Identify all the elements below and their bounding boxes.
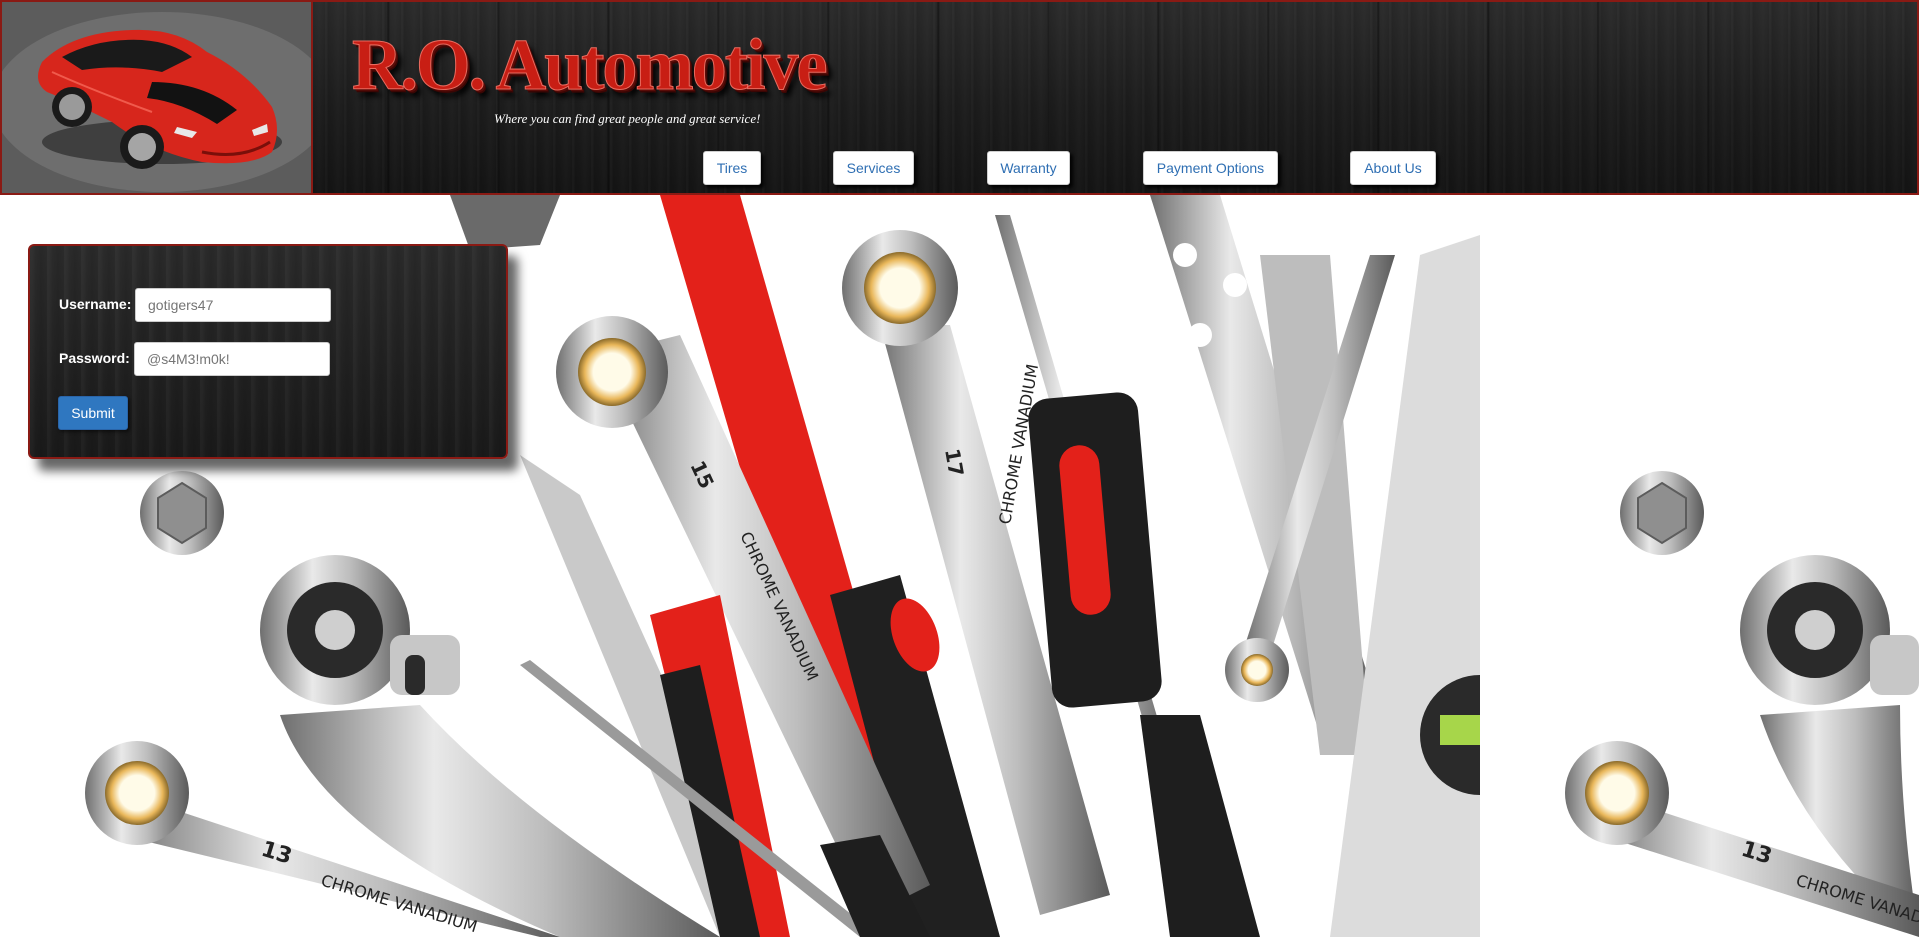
site-tagline: Where you can find great people and grea… [494,111,761,126]
submit-button[interactable]: Submit [58,396,128,430]
tools-background-repeat: 13 CHROME VANADIUM [1480,195,1919,937]
nav-about-us-button[interactable]: About Us [1350,151,1436,185]
nav-tires-button[interactable]: Tires [703,151,761,185]
login-panel: Username: Password: Submit [28,244,508,459]
nav-payment-options-button[interactable]: Payment Options [1143,151,1278,185]
username-input[interactable] [135,288,331,322]
site-header: R.O. Automotive Where you can find great… [0,0,1919,195]
password-input[interactable] [134,342,330,376]
car-logo-image [2,2,313,193]
nav-warranty-button[interactable]: Warranty [987,151,1070,185]
username-label: Username: [59,296,132,312]
password-label: Password: [59,350,130,366]
site-title: R.O. Automotive [352,25,829,107]
nav-services-button[interactable]: Services [833,151,914,185]
svg-text:17: 17 [940,447,968,479]
